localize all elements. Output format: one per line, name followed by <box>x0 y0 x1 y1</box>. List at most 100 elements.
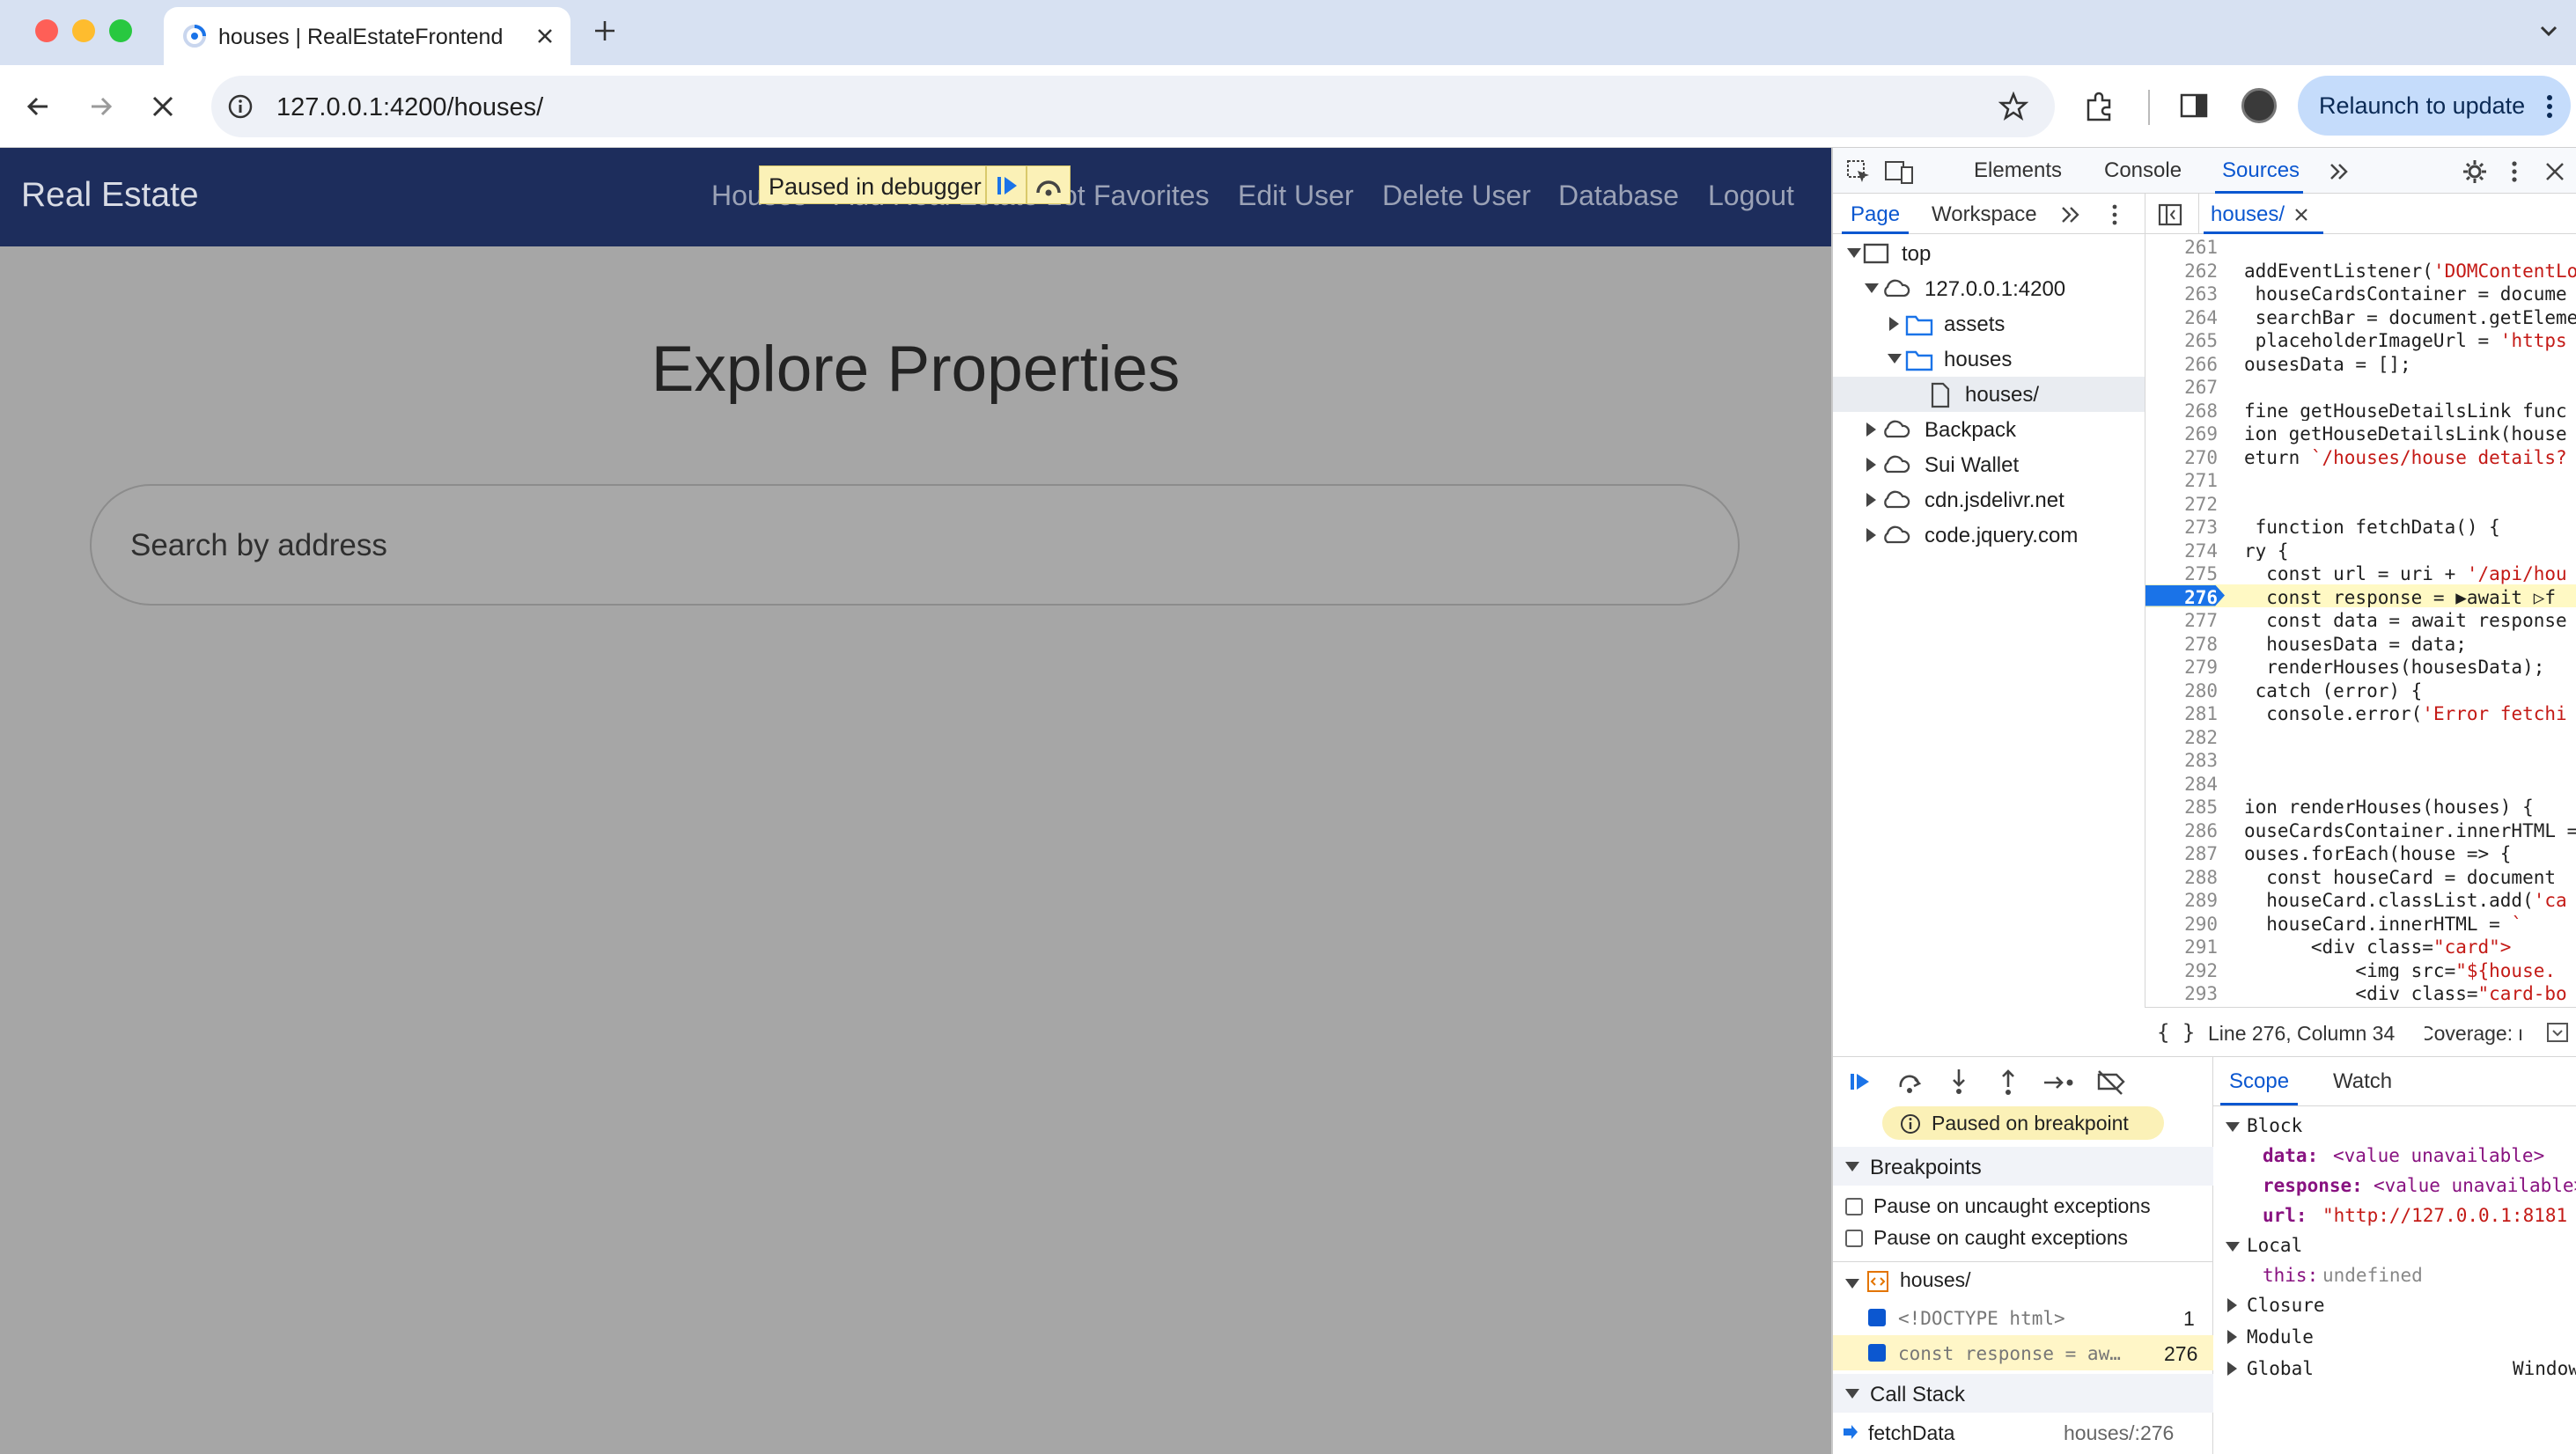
breakpoint-checkbox[interactable] <box>1868 1344 1886 1362</box>
tree-item-houses-folder[interactable]: houses <box>1833 341 2145 377</box>
code-line[interactable]: 283 <box>2145 747 2576 771</box>
line-number[interactable]: 267 <box>2145 377 2218 398</box>
line-number[interactable]: 281 <box>2145 703 2218 724</box>
line-number[interactable]: 292 <box>2145 960 2218 981</box>
tab-elements[interactable]: Elements <box>1974 158 2062 183</box>
scope-closure[interactable]: Closure <box>2247 1295 2325 1316</box>
close-tab-icon[interactable] <box>535 26 555 46</box>
code-line[interactable]: 288 const houseCard = document <box>2145 864 2576 888</box>
code-line[interactable]: 278 housesData = data; <box>2145 631 2576 655</box>
line-number[interactable]: 293 <box>2145 983 2218 1004</box>
code-line[interactable]: 275 const url = uri + '/api/hou <box>2145 561 2576 584</box>
pause-uncaught-checkbox[interactable] <box>1845 1198 1863 1215</box>
line-number[interactable]: 280 <box>2145 680 2218 701</box>
minimize-window-button[interactable] <box>72 19 95 42</box>
tree-item-assets[interactable]: assets <box>1833 306 2145 341</box>
toggle-navigator-icon[interactable] <box>2158 203 2182 226</box>
code-line[interactable]: 291 <div class="card"> <box>2145 934 2576 958</box>
code-line[interactable]: 284 <box>2145 771 2576 795</box>
code-line[interactable]: 286 ouseCardsContainer.innerHTML = <box>2145 818 2576 841</box>
line-number[interactable]: 287 <box>2145 843 2218 864</box>
side-panel-icon[interactable] <box>2178 90 2210 121</box>
brand-logo-text[interactable]: Real Estate <box>21 176 199 215</box>
scope-block[interactable]: Block <box>2247 1115 2302 1136</box>
stop-loading-icon[interactable] <box>150 93 176 120</box>
line-number[interactable]: 290 <box>2145 914 2218 935</box>
expand-arrow-icon[interactable] <box>2226 1242 2240 1252</box>
extensions-puzzle-icon[interactable] <box>2083 90 2116 123</box>
nav-link-database[interactable]: Database <box>1558 180 1679 212</box>
search-input[interactable]: Search by address <box>90 484 1740 606</box>
breakpoint-row-active[interactable]: const response = aw… 276 <box>1833 1335 2213 1370</box>
line-number[interactable]: 279 <box>2145 657 2218 678</box>
line-number[interactable]: 289 <box>2145 890 2218 911</box>
code-line[interactable]: 270 eturn `/houses/house_details? <box>2145 444 2576 468</box>
code-line[interactable]: 281 console.error('Error fetchi <box>2145 701 2576 724</box>
tree-item-backpack[interactable]: Backpack <box>1833 412 2145 447</box>
line-number[interactable]: 271 <box>2145 470 2218 491</box>
code-line[interactable]: 261 <box>2145 234 2576 258</box>
tree-item-houses-file[interactable]: houses/ <box>1833 377 2145 412</box>
step-into-icon[interactable] <box>1946 1068 1972 1096</box>
step-icon[interactable] <box>2042 1069 2076 1096</box>
line-number[interactable]: 274 <box>2145 540 2218 562</box>
line-number[interactable]: 285 <box>2145 797 2218 818</box>
browser-tab-active[interactable]: houses | RealEstateFrontend <box>164 7 570 65</box>
line-number[interactable]: 266 <box>2145 354 2218 375</box>
tree-item-sui-wallet[interactable]: Sui Wallet <box>1833 447 2145 482</box>
nav-link-delete-user[interactable]: Delete User <box>1382 180 1531 212</box>
code-line[interactable]: 267 <box>2145 374 2576 398</box>
tree-item-cdn-jsdelivr[interactable]: cdn.jsdelivr.net <box>1833 482 2145 518</box>
line-number[interactable]: 286 <box>2145 820 2218 841</box>
collapse-arrow-icon[interactable] <box>2227 1362 2237 1376</box>
breakpoint-row[interactable]: <!DOCTYPE html> 1 <box>1833 1300 2213 1335</box>
more-navigator-chevron-icon[interactable] <box>2060 204 2081 225</box>
resume-script-icon[interactable] <box>994 173 1020 198</box>
tab-workspace[interactable]: Workspace <box>1932 202 2037 227</box>
call-stack-section-header[interactable]: Call Stack <box>1833 1374 2213 1413</box>
line-number[interactable]: 269 <box>2145 423 2218 444</box>
collapse-arrow-icon[interactable] <box>2227 1330 2237 1344</box>
close-window-button[interactable] <box>35 19 58 42</box>
inspect-element-icon[interactable] <box>1845 158 1872 185</box>
forward-arrow-icon[interactable] <box>86 92 116 121</box>
address-bar[interactable]: 127.0.0.1:4200/houses/ <box>211 76 2055 137</box>
code-line-active[interactable]: 276 const response = ▶await ▷f <box>2145 584 2576 607</box>
more-tabs-chevron-icon[interactable] <box>2328 160 2351 183</box>
tab-sources[interactable]: Sources <box>2222 158 2300 183</box>
site-info-icon[interactable] <box>227 93 254 120</box>
code-line[interactable]: 266 ousesData = []; <box>2145 351 2576 375</box>
code-line[interactable]: 292 <img src="${house. <box>2145 958 2576 981</box>
line-number[interactable]: 288 <box>2145 867 2218 888</box>
code-line[interactable]: 265 placeholderImageUrl = 'https <box>2145 327 2576 351</box>
pause-caught-checkbox[interactable] <box>1845 1230 1863 1247</box>
tree-item-top[interactable]: top <box>1833 236 2145 271</box>
scope-local[interactable]: Local <box>2247 1235 2302 1256</box>
expand-arrow-icon[interactable] <box>2226 1122 2240 1132</box>
tab-search-chevron-icon[interactable] <box>2536 18 2562 44</box>
scope-module[interactable]: Module <box>2247 1326 2314 1348</box>
breakpoint-checkbox[interactable] <box>1868 1309 1886 1326</box>
code-line[interactable]: 289 houseCard.classList.add('ca <box>2145 887 2576 911</box>
code-line[interactable]: 290 houseCard.innerHTML = ` <box>2145 911 2576 935</box>
drawer-toggle-icon[interactable] <box>2546 1022 2569 1043</box>
close-devtools-icon[interactable] <box>2544 161 2565 182</box>
code-line[interactable]: 293 <div class="card-bo <box>2145 980 2576 1004</box>
code-line[interactable]: 280 catch (error) { <box>2145 678 2576 701</box>
step-over-icon[interactable] <box>1033 173 1064 198</box>
tab-console[interactable]: Console <box>2104 158 2182 183</box>
code-line[interactable]: 279 renderHouses(housesData); <box>2145 654 2576 678</box>
line-number[interactable]: 261 <box>2145 237 2218 258</box>
line-number[interactable]: 272 <box>2145 494 2218 515</box>
line-number[interactable]: 268 <box>2145 400 2218 422</box>
line-number[interactable]: 263 <box>2145 283 2218 305</box>
line-number[interactable]: 284 <box>2145 774 2218 795</box>
tree-item-code-jquery[interactable]: code.jquery.com <box>1833 518 2145 553</box>
tab-scope[interactable]: Scope <box>2229 1069 2289 1094</box>
relaunch-to-update-button[interactable]: Relaunch to update <box>2298 76 2571 136</box>
profile-avatar[interactable] <box>2241 88 2277 123</box>
device-toolbar-icon[interactable] <box>1884 158 1914 185</box>
call-stack-frame[interactable]: fetchData houses/:276 <box>1833 1414 2213 1450</box>
code-line[interactable]: 287 ouses.forEach(house => { <box>2145 841 2576 864</box>
line-number[interactable]: 265 <box>2145 330 2218 351</box>
